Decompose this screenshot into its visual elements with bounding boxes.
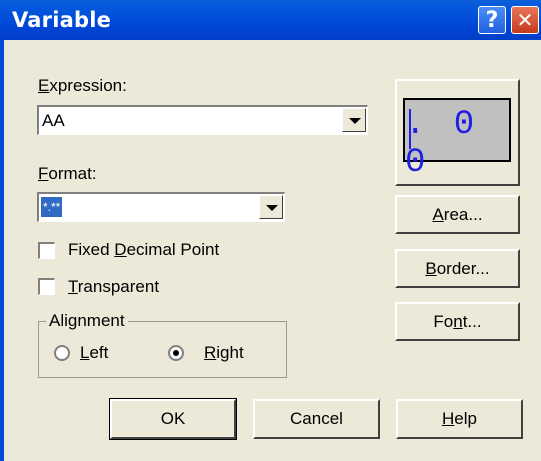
align-right-radio[interactable] — [168, 345, 184, 361]
ok-button[interactable]: OK — [109, 398, 237, 440]
align-right-label[interactable]: Right — [204, 343, 244, 363]
preview-value: . 0 0 — [405, 106, 479, 182]
cancel-button[interactable]: Cancel — [253, 399, 380, 439]
chevron-down-icon[interactable] — [259, 195, 283, 219]
help-button[interactable]: Help — [396, 399, 523, 439]
transparent-checkbox[interactable] — [38, 278, 55, 295]
expression-combobox[interactable]: AA — [37, 105, 368, 135]
question-icon: ? — [485, 7, 499, 33]
area-button[interactable]: Area... — [395, 195, 520, 234]
expression-value[interactable]: AA — [42, 111, 65, 131]
fixed-decimal-label[interactable]: Fixed Decimal Point — [68, 240, 219, 260]
close-titlebar-button[interactable]: ✕ — [511, 6, 539, 34]
chevron-down-icon[interactable] — [342, 108, 366, 132]
format-combobox[interactable]: *.** — [37, 192, 285, 222]
expression-label: Expression: — [38, 76, 127, 95]
align-left-radio[interactable] — [54, 345, 70, 361]
help-titlebar-button[interactable]: ? — [478, 6, 506, 34]
transparent-label[interactable]: Transparent — [68, 277, 159, 297]
fixed-decimal-checkbox[interactable] — [38, 242, 55, 259]
format-label: Format: — [38, 164, 97, 183]
align-left-label[interactable]: Left — [80, 343, 108, 363]
window-title: Variable — [12, 8, 112, 32]
alignment-legend: Alignment — [46, 311, 128, 331]
format-value[interactable]: *.** — [41, 197, 63, 217]
title-bar: Variable ? ✕ — [0, 0, 541, 40]
format-preview: . 0 0 — [403, 98, 511, 182]
close-icon: ✕ — [516, 8, 534, 32]
font-button[interactable]: Fo n t... — [395, 302, 520, 341]
border-button[interactable]: Border... — [395, 249, 520, 288]
